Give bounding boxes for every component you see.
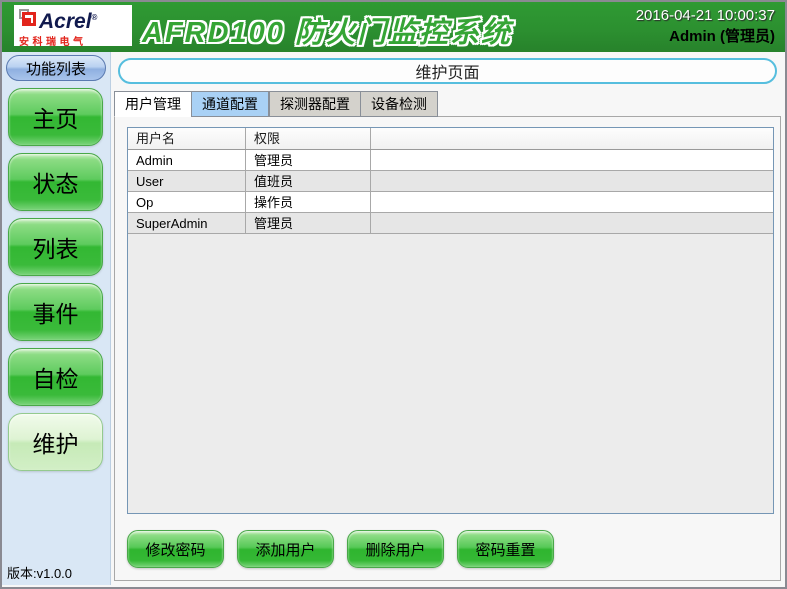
column-header-role: 权限 <box>246 128 371 149</box>
sidebar-item-events[interactable]: 事件 <box>8 283 103 341</box>
tab-device-detection[interactable]: 设备检测 <box>360 91 438 117</box>
brand-chinese-name: 安科瑞电气 <box>19 37 87 48</box>
reset-password-button[interactable]: 密码重置 <box>457 530 554 568</box>
cell-username: Op <box>128 192 246 212</box>
cell-role: 操作员 <box>246 192 371 212</box>
tab-bar: 用户管理 通道配置 探测器配置 设备检测 <box>114 91 781 117</box>
column-header-empty <box>371 128 773 149</box>
tab-user-management[interactable]: 用户管理 <box>114 91 191 117</box>
sidebar-item-status[interactable]: 状态 <box>8 153 103 211</box>
column-header-username: 用户名 <box>128 128 246 149</box>
main-area: 维护页面 用户管理 通道配置 探测器配置 设备检测 用户名 权限 Admin 管… <box>111 52 785 585</box>
add-user-button[interactable]: 添加用户 <box>237 530 334 568</box>
cell-username: User <box>128 171 246 191</box>
logged-in-user: Admin (管理员) <box>669 28 775 45</box>
datetime-display: 2016-04-21 10:00:37 <box>635 7 775 24</box>
table-row[interactable]: Op 操作员 <box>128 192 773 213</box>
header-bar: Acrel® 安科瑞电气 AFRD100 防火门监控系统 2016-04-21 … <box>2 2 785 52</box>
trademark-symbol: ® <box>91 13 98 22</box>
cell-role: 值班员 <box>246 171 371 191</box>
table-row[interactable]: User 值班员 <box>128 171 773 192</box>
change-password-button[interactable]: 修改密码 <box>127 530 224 568</box>
user-table: 用户名 权限 Admin 管理员 User 值班员 Op 操作员 SuperAd… <box>127 127 774 514</box>
version-label: 版本:v1.0.0 <box>7 566 73 581</box>
acrel-logo-icon <box>19 9 36 26</box>
tab-channel-config[interactable]: 通道配置 <box>191 91 269 117</box>
sidebar-item-list[interactable]: 列表 <box>8 218 103 276</box>
sidebar-header-function-list: 功能列表 <box>6 55 106 81</box>
sidebar-item-home[interactable]: 主页 <box>8 88 103 146</box>
app-title: AFRD100 防火门监控系统 <box>142 17 512 49</box>
table-row[interactable]: SuperAdmin 管理员 <box>128 213 773 234</box>
sidebar-item-maintenance[interactable]: 维护 <box>8 413 103 471</box>
page-title: 维护页面 <box>118 58 777 84</box>
cell-username: SuperAdmin <box>128 213 246 233</box>
acrel-logo: Acrel® 安科瑞电气 <box>14 5 132 48</box>
sidebar: 功能列表 主页 状态 列表 事件 自检 维护 版本:v1.0.0 <box>2 52 111 585</box>
brand-name: Acrel® <box>39 10 98 33</box>
tab-content-panel: 用户名 权限 Admin 管理员 User 值班员 Op 操作员 SuperAd… <box>114 116 781 581</box>
sidebar-item-selfcheck[interactable]: 自检 <box>8 348 103 406</box>
cell-role: 管理员 <box>246 150 371 170</box>
table-header-row: 用户名 权限 <box>128 128 773 150</box>
action-button-row: 修改密码 添加用户 删除用户 密码重置 <box>127 530 554 568</box>
cell-role: 管理员 <box>246 213 371 233</box>
table-row[interactable]: Admin 管理员 <box>128 150 773 171</box>
cell-username: Admin <box>128 150 246 170</box>
tab-detector-config[interactable]: 探测器配置 <box>269 91 360 117</box>
app-window: Acrel® 安科瑞电气 AFRD100 防火门监控系统 2016-04-21 … <box>0 0 787 589</box>
delete-user-button[interactable]: 删除用户 <box>347 530 444 568</box>
